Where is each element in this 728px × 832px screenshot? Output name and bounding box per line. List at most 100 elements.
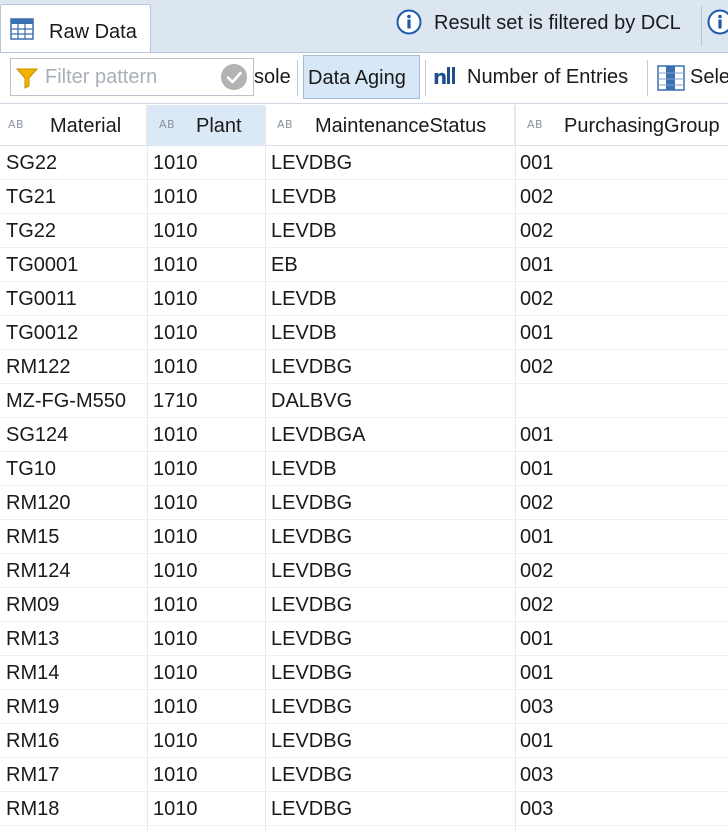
cell-plant: 1010 bbox=[153, 662, 198, 684]
column-header-maintenance-status[interactable]: AB MaintenanceStatus bbox=[265, 105, 515, 145]
cell-material: TG21 bbox=[6, 186, 57, 208]
toolbar-divider bbox=[425, 60, 426, 96]
cell-material: RM13 bbox=[6, 628, 60, 650]
cell-plant: 1010 bbox=[153, 764, 198, 786]
table-row[interactable]: RM18 1010 LEVDBG 003 bbox=[0, 792, 728, 826]
cell-plant: 1010 bbox=[153, 424, 198, 446]
cell-maintenance-status: LEVDBG bbox=[271, 764, 353, 786]
table-row[interactable]: RM16 1010 LEVDBG 001 bbox=[0, 724, 728, 758]
cell-purchasing-group: 002 bbox=[520, 560, 554, 582]
info-icon bbox=[396, 9, 422, 35]
filter-pattern-input[interactable] bbox=[45, 63, 225, 91]
divider bbox=[701, 6, 702, 46]
table-row[interactable]: TG0001 1010 EB 001 bbox=[0, 248, 728, 282]
cell-purchasing-group: 001 bbox=[520, 322, 554, 344]
console-button[interactable]: sole bbox=[254, 66, 291, 89]
column-header-material[interactable]: AB Material bbox=[0, 105, 147, 145]
cell-material: TG0001 bbox=[6, 254, 79, 276]
table-row[interactable]: TG21 1010 LEVDB 002 bbox=[0, 180, 728, 214]
cell-maintenance-status: LEVDB bbox=[271, 322, 337, 344]
cell-maintenance-status: LEVDBG bbox=[271, 594, 353, 616]
cell-maintenance-status: LEVDBG bbox=[271, 492, 353, 514]
cell-plant: 1010 bbox=[153, 254, 198, 276]
cell-plant: 1010 bbox=[153, 730, 198, 752]
cell-purchasing-group: 001 bbox=[520, 152, 554, 174]
cell-purchasing-group: 003 bbox=[520, 798, 554, 820]
cell-purchasing-group: 001 bbox=[520, 458, 554, 480]
cell-maintenance-status: LEVDBG bbox=[271, 152, 353, 174]
cell-plant: 1010 bbox=[153, 152, 198, 174]
cell-maintenance-status: LEVDBG bbox=[271, 628, 353, 650]
text-type-icon: AB bbox=[277, 118, 294, 131]
column-label: Plant bbox=[196, 115, 242, 137]
table-row[interactable]: RM13 1010 LEVDBG 001 bbox=[0, 622, 728, 656]
tab-bar: Raw Data Result set is filtered by DCL bbox=[0, 0, 728, 53]
table-row[interactable]: MZ-FG-M550 1710 DALBVG bbox=[0, 384, 728, 418]
cell-plant: 1010 bbox=[153, 186, 198, 208]
cell-maintenance-status: LEVDB bbox=[271, 186, 337, 208]
info-icon[interactable] bbox=[707, 9, 728, 35]
cell-plant: 1010 bbox=[153, 696, 198, 718]
select-columns-icon bbox=[657, 65, 685, 91]
data-aging-button[interactable]: Data Aging bbox=[303, 55, 420, 99]
cell-material: RM18 bbox=[6, 798, 60, 820]
cell-material: SG22 bbox=[6, 152, 58, 174]
cell-maintenance-status: LEVDBG bbox=[271, 526, 353, 548]
cell-maintenance-status: LEVDBGA bbox=[271, 424, 366, 446]
cell-plant: 1010 bbox=[153, 458, 198, 480]
svg-text:n: n bbox=[433, 65, 447, 89]
text-type-icon: AB bbox=[527, 118, 544, 131]
table-row[interactable]: RM124 1010 LEVDBG 002 bbox=[0, 554, 728, 588]
table-row[interactable]: RM19 1010 LEVDBG 003 bbox=[0, 690, 728, 724]
table-row[interactable]: RM17 1010 LEVDBG 003 bbox=[0, 758, 728, 792]
cell-purchasing-group: 001 bbox=[520, 424, 554, 446]
table-row[interactable]: RM14 1010 LEVDBG 001 bbox=[0, 656, 728, 690]
cell-purchasing-group: 003 bbox=[520, 696, 554, 718]
cell-purchasing-group: 001 bbox=[520, 662, 554, 684]
filter-box bbox=[10, 58, 254, 96]
column-label: Material bbox=[50, 115, 122, 137]
table-row[interactable]: TG10 1010 LEVDB 001 bbox=[0, 452, 728, 486]
text-type-icon: AB bbox=[8, 118, 25, 131]
table-row[interactable]: RM122 1010 LEVDBG 002 bbox=[0, 350, 728, 384]
column-header-purchasing-group[interactable]: AB PurchasingGroup bbox=[515, 105, 728, 145]
table-row[interactable]: TG22 1010 LEVDB 002 bbox=[0, 214, 728, 248]
cell-material: TG10 bbox=[6, 458, 57, 480]
toolbar-divider bbox=[297, 60, 298, 96]
cell-purchasing-group: 001 bbox=[520, 628, 554, 650]
column-label: MaintenanceStatus bbox=[315, 115, 487, 137]
table-row[interactable]: RM09 1010 LEVDBG 002 bbox=[0, 588, 728, 622]
table-row[interactable]: RM120 1010 LEVDBG 002 bbox=[0, 486, 728, 520]
data-aging-label: Data Aging bbox=[308, 67, 406, 89]
cell-purchasing-group: 001 bbox=[520, 730, 554, 752]
select-columns-button[interactable]: Sele bbox=[690, 66, 728, 89]
table-row[interactable]: SG22 1010 LEVDBG 001 bbox=[0, 146, 728, 180]
column-header-plant[interactable]: AB Plant bbox=[147, 105, 265, 145]
cell-purchasing-group: 002 bbox=[520, 594, 554, 616]
cell-maintenance-status: LEVDBG bbox=[271, 662, 353, 684]
cell-plant: 1010 bbox=[153, 798, 198, 820]
cell-plant: 1010 bbox=[153, 356, 198, 378]
table-row[interactable]: TG0012 1010 LEVDB 001 bbox=[0, 316, 728, 350]
cell-maintenance-status: LEVDB bbox=[271, 458, 337, 480]
cell-maintenance-status: LEVDBG bbox=[271, 696, 353, 718]
cell-maintenance-status: LEVDBG bbox=[271, 730, 353, 752]
cell-material: RM14 bbox=[6, 662, 60, 684]
cell-material: RM15 bbox=[6, 526, 60, 548]
number-of-entries-button[interactable]: Number of Entries bbox=[467, 66, 628, 89]
cell-maintenance-status: EB bbox=[271, 254, 298, 276]
cell-purchasing-group: 003 bbox=[520, 764, 554, 786]
table-row[interactable]: TG0011 1010 LEVDB 002 bbox=[0, 282, 728, 316]
cell-purchasing-group: 002 bbox=[520, 220, 554, 242]
cell-plant: 1010 bbox=[153, 526, 198, 548]
column-label: PurchasingGroup bbox=[564, 115, 720, 137]
cell-purchasing-group: 002 bbox=[520, 356, 554, 378]
clear-filter-icon[interactable] bbox=[221, 64, 247, 90]
cell-material: TG0011 bbox=[6, 288, 77, 310]
table-row[interactable]: SG124 1010 LEVDBGA 001 bbox=[0, 418, 728, 452]
tab-raw-data[interactable]: Raw Data bbox=[0, 4, 151, 52]
table-icon bbox=[10, 18, 34, 40]
cell-maintenance-status: LEVDB bbox=[271, 288, 337, 310]
table-row[interactable]: RM15 1010 LEVDBG 001 bbox=[0, 520, 728, 554]
cell-purchasing-group: 001 bbox=[520, 526, 554, 548]
